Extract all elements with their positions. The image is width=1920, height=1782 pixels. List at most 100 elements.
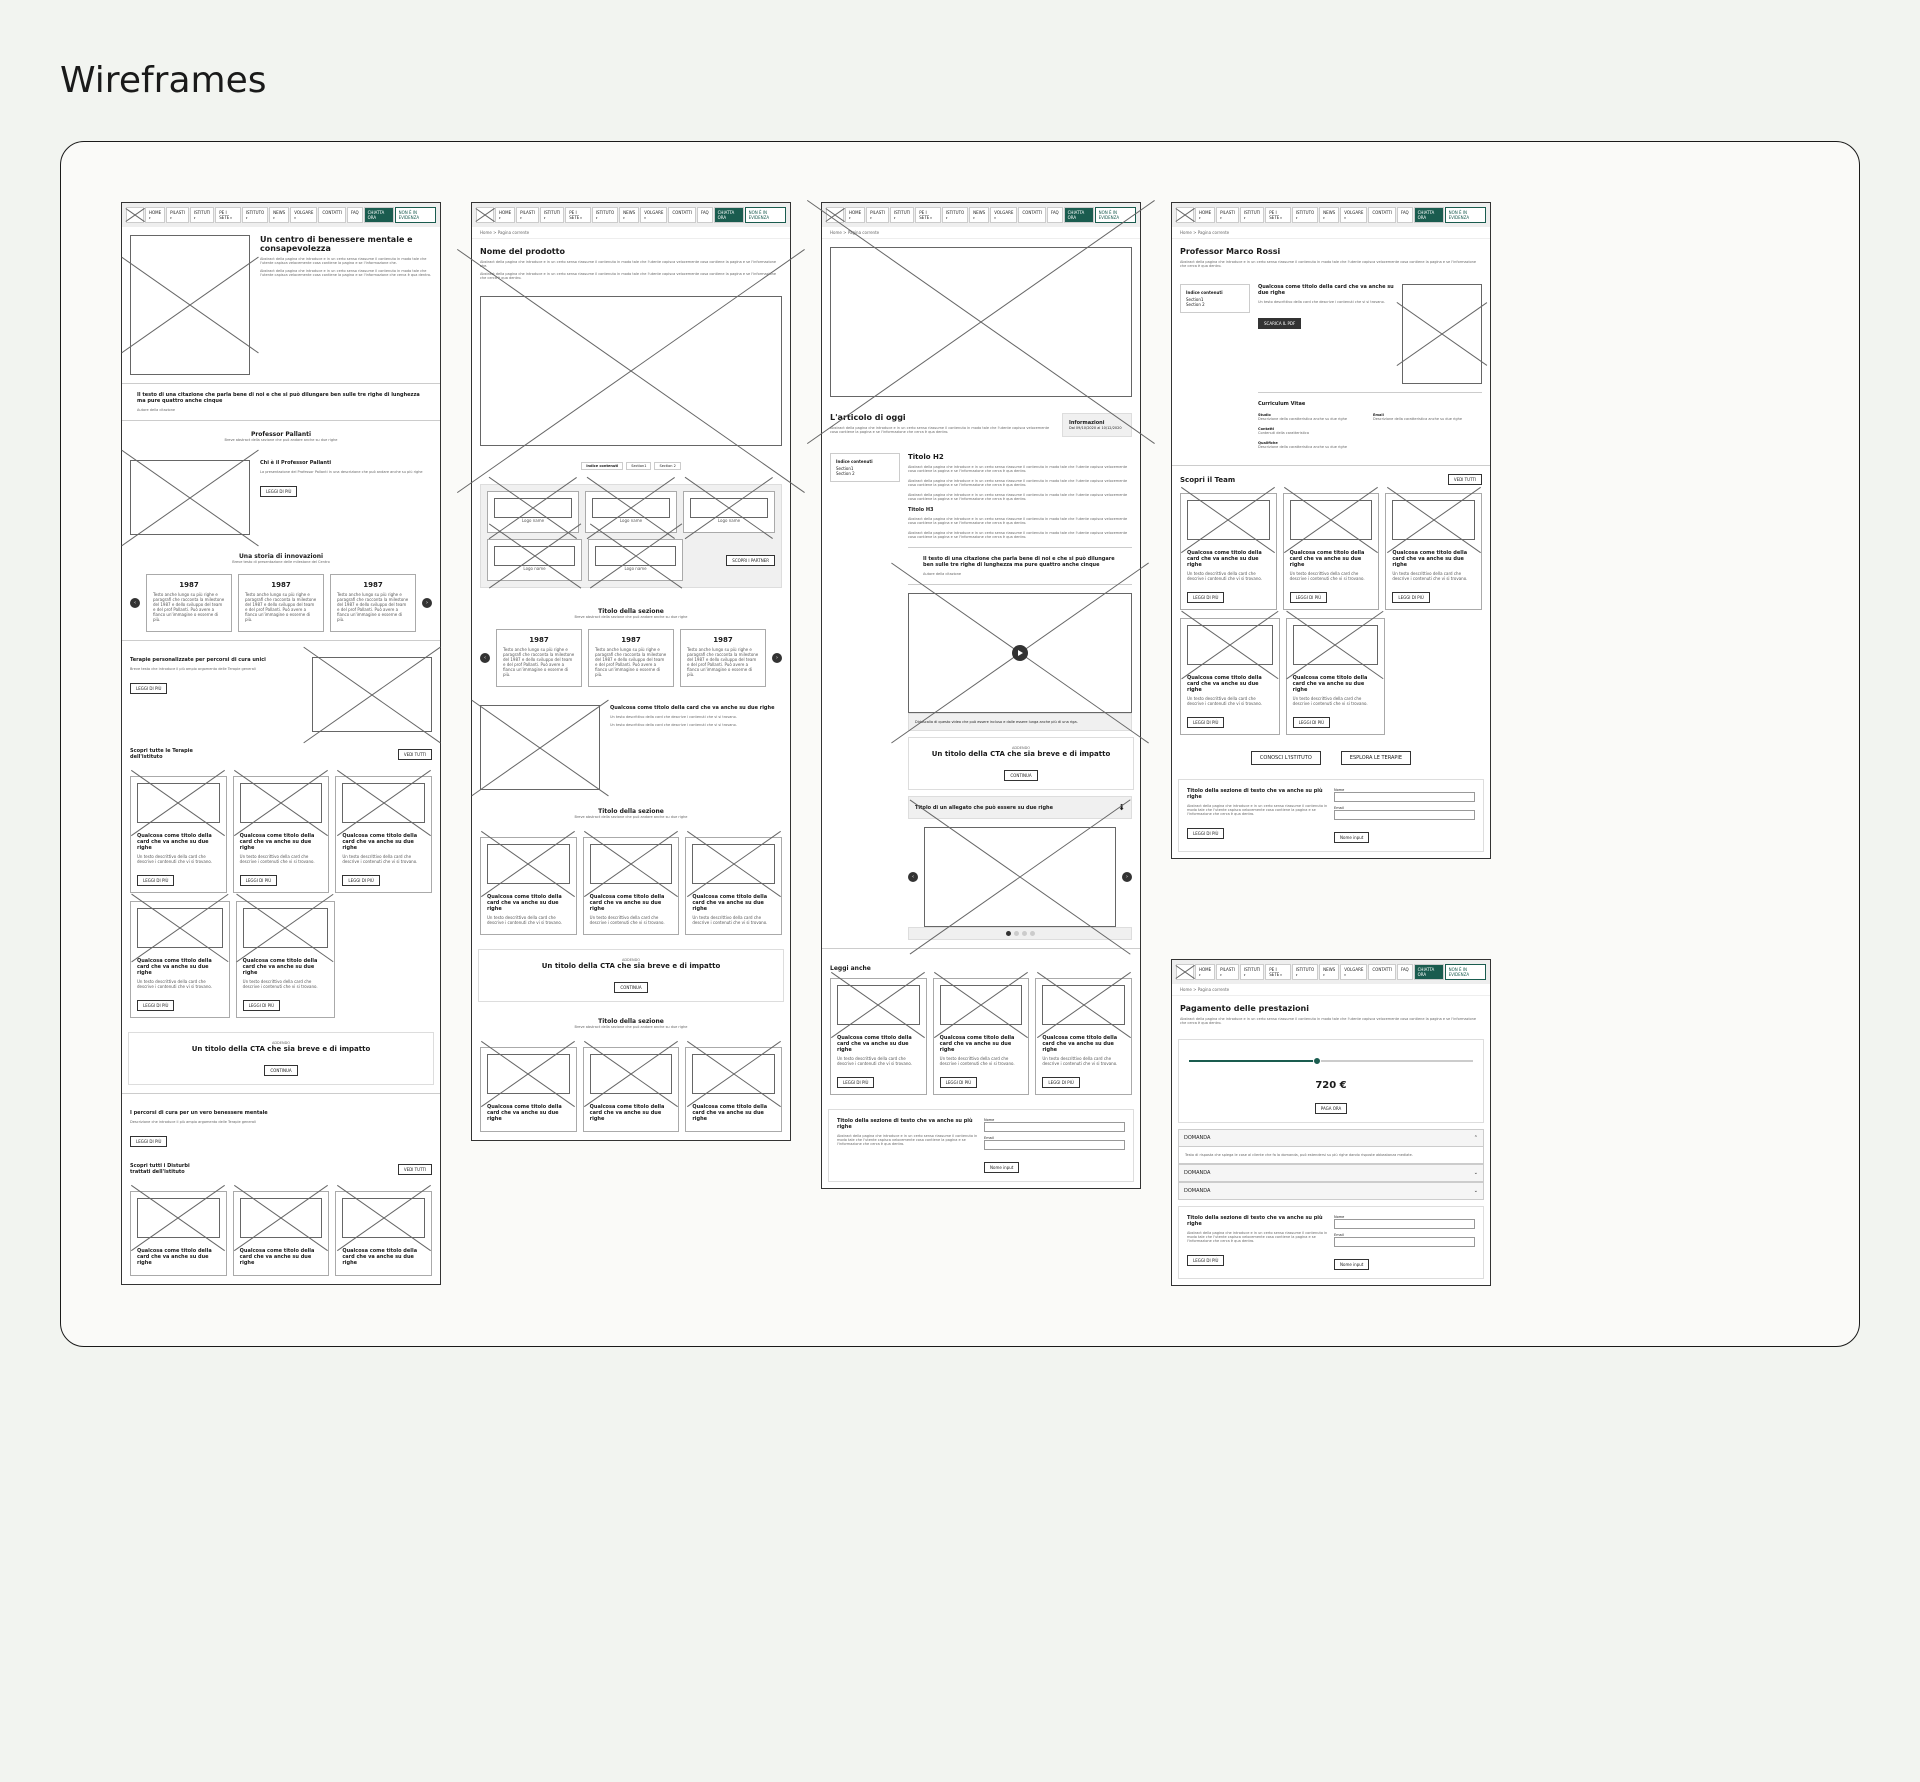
card[interactable]: Qualcosa come titolo della card che va a… [830,978,927,1095]
nav-item[interactable]: VOLGARE [990,207,1017,223]
toc-link[interactable]: Section 2 [654,462,680,470]
read-more-button[interactable]: LEGGI DI PIÙ [940,1077,977,1088]
nav-item[interactable]: FAQ [347,207,363,223]
dot[interactable] [1022,931,1027,936]
card[interactable]: Qualcosa come titolo della card che va a… [1286,618,1386,735]
card[interactable]: Qualcosa come titolo della card che va a… [1283,493,1380,610]
nav-outline[interactable]: NON È IN EVIDENZA [1445,964,1486,980]
nav-item[interactable]: PE I SETE [915,207,941,223]
nav-cta[interactable]: CHIATTA ORA [1414,964,1444,980]
nav-item[interactable]: CONTATTI [1368,207,1396,223]
email-input[interactable] [1334,810,1475,820]
nav-item[interactable]: ISTITUTO [592,207,618,223]
card[interactable]: Qualcosa come titolo della card che va a… [1180,618,1280,735]
pay-button[interactable]: PAGA ORA [1315,1103,1347,1114]
read-more-button[interactable]: LEGGI DI PIÙ [1042,1077,1079,1088]
read-more-button[interactable]: LEGGI DI PIÙ [137,875,174,886]
read-more-button[interactable]: LEGGI DI PIÙ [130,683,167,694]
nav-cta[interactable]: CHIATTA ORA [1064,207,1094,223]
nav-item[interactable]: CONTATTI [1368,964,1396,980]
nav-item[interactable]: ISTITUTI [540,207,564,223]
name-input[interactable] [1334,1219,1475,1229]
email-input[interactable] [984,1140,1125,1150]
card[interactable]: Qualcosa come titolo della card che va a… [236,901,336,1018]
nav-item[interactable]: NEWS [269,207,289,223]
dot[interactable] [1006,931,1011,936]
nav-item[interactable]: PILASTI [1216,964,1239,980]
next-arrow[interactable]: › [1122,872,1132,882]
card[interactable]: Qualcosa come titolo della card che va a… [233,776,330,893]
read-more-button[interactable]: LEGGI DI PIÙ [837,1077,874,1088]
nav-item[interactable]: NEWS [1319,207,1339,223]
continue-button[interactable]: CONTINUA [264,1065,297,1076]
nav-item[interactable]: NEWS [1319,964,1339,980]
read-more-button[interactable]: LEGGI DI PIÙ [1187,1255,1224,1266]
card[interactable]: Qualcosa come titolo della card che va a… [130,1191,227,1276]
submit-button[interactable]: Nome input [984,1162,1019,1173]
nav-item[interactable]: HOME [1195,964,1215,980]
card[interactable]: Qualcosa come titolo della card che va a… [933,978,1030,1095]
accordion-item[interactable]: DOMANDA⌄ [1178,1164,1484,1182]
card[interactable]: Qualcosa come titolo della card che va a… [480,1047,577,1132]
nav-item[interactable]: PILASTI [866,207,889,223]
view-all-button[interactable]: VEDI TUTTI [398,1164,432,1175]
read-more-button[interactable]: LEGGI DI PIÙ [130,1136,167,1147]
card[interactable]: Qualcosa come titolo della card che va a… [1035,978,1132,1095]
partners-button[interactable]: SCOPRI I PARTNER [726,555,775,566]
nav-item[interactable]: HOME [1195,207,1215,223]
nav-outline[interactable]: NON È IN EVIDENZA [1445,207,1486,223]
nav-item[interactable]: PE I SETE [215,207,241,223]
nav-cta[interactable]: CHIATTA ORA [364,207,394,223]
view-all-button[interactable]: VEDI TUTTI [1448,474,1482,485]
card[interactable]: Qualcosa come titolo della card che va a… [685,837,782,935]
card[interactable]: Qualcosa come titolo della card che va a… [130,776,227,893]
continue-button[interactable]: CONTINUA [1004,770,1037,781]
view-all-button[interactable]: VEDI TUTTI [398,749,432,760]
nav-item[interactable]: PE I SETE [565,207,591,223]
nav-cta[interactable]: CHIATTA ORA [714,207,744,223]
nav-item[interactable]: FAQ [1397,207,1413,223]
nav-item[interactable]: VOLGARE [290,207,317,223]
nav-item[interactable]: VOLGARE [1340,207,1367,223]
toc-link[interactable]: Section1 [626,462,651,470]
read-more-button[interactable]: LEGGI DI PIÙ [260,486,297,497]
nav-item[interactable]: ISTITUTI [890,207,914,223]
nav-item[interactable]: ISTITUTO [1292,964,1318,980]
next-arrow[interactable]: › [422,598,432,608]
dot[interactable] [1030,931,1035,936]
nav-outline[interactable]: NON È IN EVIDENZA [745,207,786,223]
nav-item[interactable]: FAQ [697,207,713,223]
nav-item[interactable]: HOME [145,207,165,223]
nav-item[interactable]: ISTITUTI [1240,964,1264,980]
nav-item[interactable]: PILASTI [166,207,189,223]
read-more-button[interactable]: LEGGI DI PIÙ [137,1000,174,1011]
toc-link[interactable]: Section 2 [1186,302,1244,307]
card[interactable]: Qualcosa come titolo della card che va a… [335,776,432,893]
toc-link[interactable]: Section 2 [836,471,894,476]
read-more-button[interactable]: LEGGI DI PIÙ [243,1000,280,1011]
read-more-button[interactable]: LEGGI DI PIÙ [1293,717,1330,728]
nav-item[interactable]: NEWS [619,207,639,223]
card[interactable]: Qualcosa come titolo della card che va a… [130,901,230,1018]
nav-item[interactable]: PILASTI [516,207,539,223]
nav-item[interactable]: ISTITUTO [242,207,268,223]
slider-thumb[interactable] [1313,1057,1321,1065]
nav-item[interactable]: ISTITUTO [942,207,968,223]
read-more-button[interactable]: LEGGI DI PIÙ [1187,592,1224,603]
accordion-item[interactable]: DOMANDA⌃ [1178,1129,1484,1147]
card[interactable]: Qualcosa come titolo della card che va a… [335,1191,432,1276]
nav-item[interactable]: ISTITUTI [190,207,214,223]
read-more-button[interactable]: LEGGI DI PIÙ [1187,717,1224,728]
card[interactable]: Qualcosa come titolo della card che va a… [1385,493,1482,610]
nav-item[interactable]: FAQ [1047,207,1063,223]
institute-button[interactable]: CONOSCI L'ISTITUTO [1251,751,1321,765]
price-slider[interactable] [1189,1060,1473,1062]
read-more-button[interactable]: LEGGI DI PIÙ [342,875,379,886]
nav-item[interactable]: PE I SETE [1265,207,1291,223]
prev-arrow[interactable]: ‹ [908,872,918,882]
read-more-button[interactable]: LEGGI DI PIÙ [1290,592,1327,603]
nav-outline[interactable]: NON È IN EVIDENZA [395,207,436,223]
nav-item[interactable]: ISTITUTI [1240,207,1264,223]
read-more-button[interactable]: LEGGI DI PIÙ [240,875,277,886]
continue-button[interactable]: CONTINUA [614,982,647,993]
